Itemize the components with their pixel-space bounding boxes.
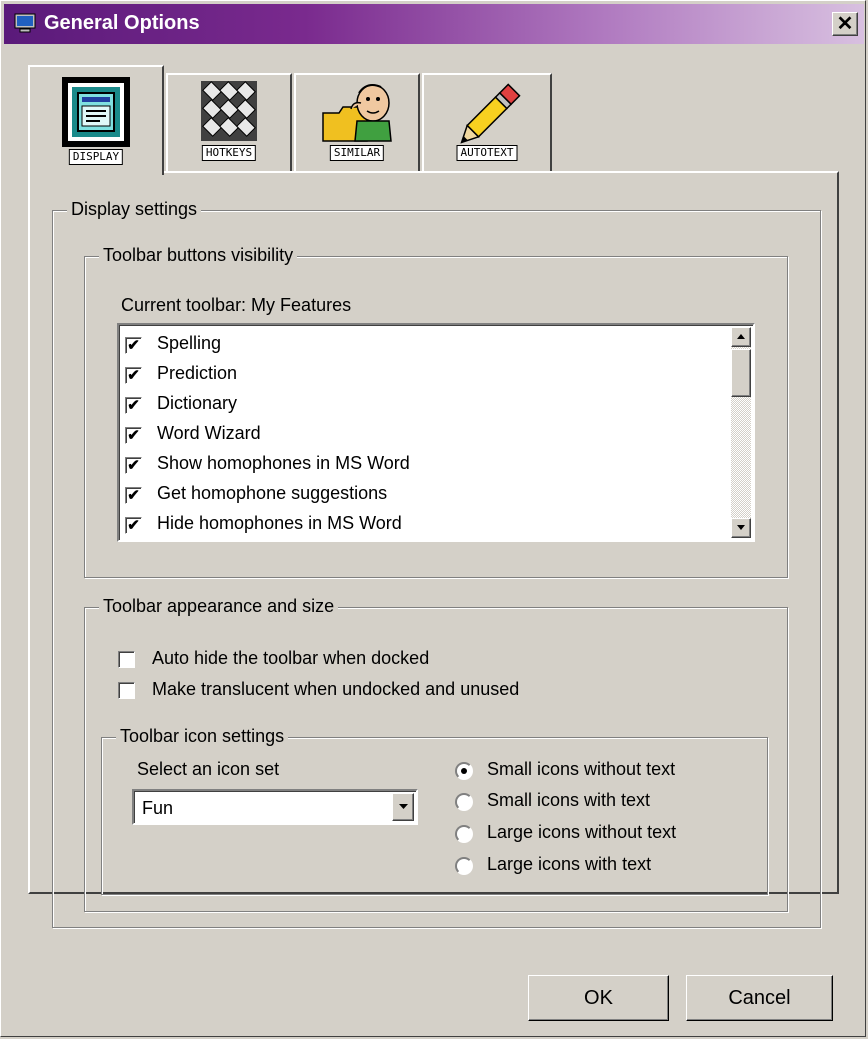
select-icon-set-label: Select an icon set xyxy=(137,759,280,779)
radio-label: Large icons without text xyxy=(487,822,677,842)
radio-selected-dot xyxy=(461,768,467,774)
check-icon: ✔ xyxy=(127,487,140,504)
tab-similar[interactable]: SIMILAR xyxy=(294,73,420,171)
toolbar-appearance-label: Toolbar appearance and size xyxy=(99,596,339,617)
scroll-down-button[interactable] xyxy=(731,518,751,538)
dropdown-button[interactable] xyxy=(392,793,414,821)
check-icon: ✔ xyxy=(127,397,140,414)
checkbox[interactable]: ✔ xyxy=(125,487,142,504)
checkbox[interactable]: ✔ xyxy=(125,457,142,474)
app-icon xyxy=(14,13,36,33)
radio-button[interactable] xyxy=(455,825,473,843)
radio-button[interactable] xyxy=(455,793,473,811)
arrow-down-icon xyxy=(737,525,745,530)
tab-display-label: DISPLAY xyxy=(68,149,124,165)
close-icon: ✕ xyxy=(836,13,854,35)
icon-settings-label: Toolbar icon settings xyxy=(116,726,289,747)
toolbar-visibility-label: Toolbar buttons visibility xyxy=(99,245,298,266)
radio-label: Large icons with text xyxy=(487,854,652,874)
radio-button[interactable] xyxy=(455,857,473,875)
scroll-up-button[interactable] xyxy=(731,327,751,347)
current-toolbar-label: Current toolbar: My Features xyxy=(121,295,352,315)
tab-hotkeys-label: HOTKEYS xyxy=(201,145,257,161)
auto-hide-label: Auto hide the toolbar when docked xyxy=(152,648,430,668)
toolbar-buttons-list[interactable]: ✔ Spelling ✔ Prediction ✔ Dictionary ✔ W… xyxy=(117,323,755,542)
checkbox[interactable]: ✔ xyxy=(125,367,142,384)
tab-autotext-label: AUTOTEXT xyxy=(456,145,518,161)
check-icon: ✔ xyxy=(127,367,140,384)
check-icon: ✔ xyxy=(127,457,140,474)
checkbox[interactable]: ✔ xyxy=(125,397,142,414)
tab-similar-label: SIMILAR xyxy=(329,145,385,161)
scroll-thumb[interactable] xyxy=(731,349,751,397)
translucent-label: Make translucent when undocked and unuse… xyxy=(152,679,520,699)
cancel-button[interactable]: Cancel xyxy=(686,975,833,1021)
title-bar[interactable]: General Options ✕ xyxy=(4,4,864,44)
window-title: General Options xyxy=(44,12,200,34)
list-scrollbar[interactable] xyxy=(731,327,751,538)
display-icon xyxy=(62,77,130,147)
list-item-label: Word Wizard xyxy=(157,423,261,443)
checkbox[interactable] xyxy=(118,682,135,699)
list-item-label: Hide homophones in MS Word xyxy=(157,513,402,533)
display-settings-label: Display settings xyxy=(67,199,202,220)
checkbox[interactable]: ✔ xyxy=(125,337,142,354)
list-item-label: Get homophone suggestions xyxy=(157,483,388,503)
tab-autotext[interactable]: AUTOTEXT xyxy=(422,73,552,171)
close-button[interactable]: ✕ xyxy=(832,12,858,36)
check-icon: ✔ xyxy=(127,517,140,534)
radio-button[interactable] xyxy=(455,762,473,780)
autotext-icon xyxy=(460,83,521,144)
checkbox[interactable] xyxy=(118,651,135,668)
list-item-label: Show homophones in MS Word xyxy=(157,453,410,473)
list-item-label: Spelling xyxy=(157,333,222,353)
list-item-label: Prediction xyxy=(157,363,238,383)
radio-label: Small icons with text xyxy=(487,790,651,810)
radio-label: Small icons without text xyxy=(487,759,676,779)
list-item-label: Dictionary xyxy=(157,393,238,413)
checkbox[interactable]: ✔ xyxy=(125,517,142,534)
check-icon: ✔ xyxy=(127,337,140,354)
similar-icon xyxy=(322,84,392,142)
tab-display[interactable]: DISPLAY xyxy=(28,65,164,175)
arrow-up-icon xyxy=(737,334,745,339)
general-options-window: General Options ✕ DISPLAY HOTKEYS SIMILA… xyxy=(0,0,866,1037)
tab-hotkeys[interactable]: HOTKEYS xyxy=(166,73,292,171)
icon-set-select[interactable]: Fun xyxy=(132,789,418,825)
check-icon: ✔ xyxy=(127,427,140,444)
ok-button[interactable]: OK xyxy=(528,975,669,1021)
icon-set-value: Fun xyxy=(142,798,174,818)
checkbox[interactable]: ✔ xyxy=(125,427,142,444)
chevron-down-icon xyxy=(399,804,408,809)
hotkeys-icon xyxy=(201,81,257,141)
